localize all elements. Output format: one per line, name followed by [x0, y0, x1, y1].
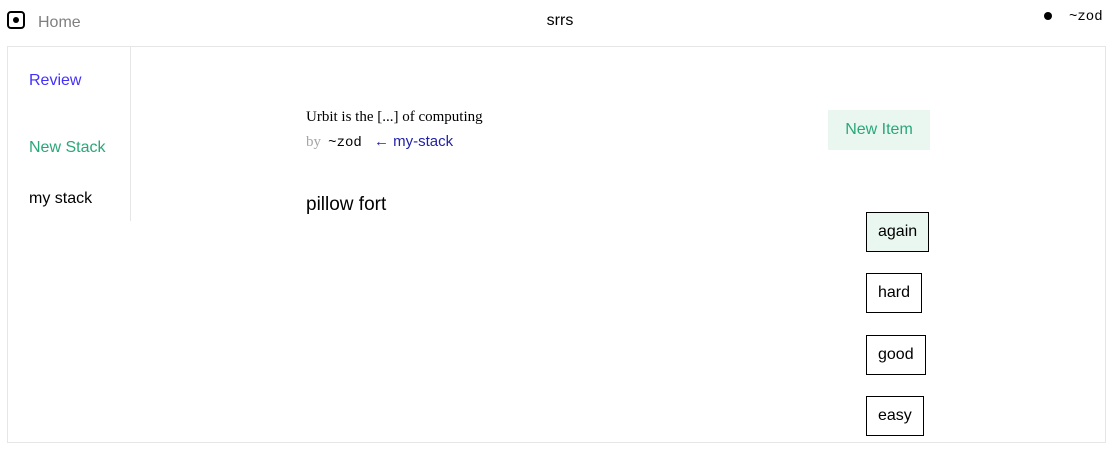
top-bar: Home srrs ~zod — [0, 0, 1120, 46]
again-button[interactable]: again — [866, 212, 930, 252]
easy-button[interactable]: easy — [866, 396, 924, 436]
hard-button[interactable]: hard — [866, 273, 923, 313]
good-button[interactable]: good — [866, 335, 926, 375]
by-label: by — [306, 134, 321, 150]
connection-status-dot-icon — [1044, 12, 1052, 20]
sidebar: Review New Stack my stack — [8, 47, 131, 221]
back-to-stack-link[interactable]: ← my-stack — [374, 133, 453, 150]
main-frame: Review New Stack my stack Urbit is the [… — [7, 46, 1106, 443]
user-name[interactable]: ~zod — [1069, 9, 1103, 25]
sidebar-item-my-stack[interactable]: my stack — [29, 190, 92, 208]
author-name: ~zod — [328, 135, 362, 151]
item-title: Urbit is the [...] of computing — [306, 109, 483, 125]
app-title: srrs — [546, 12, 574, 29]
sidebar-item-review[interactable]: Review — [29, 72, 81, 90]
card-content: pillow fort — [306, 194, 387, 215]
byline: by ~zod ← my-stack — [306, 133, 453, 151]
sidebar-item-new-stack[interactable]: New Stack — [29, 139, 105, 157]
new-item-button[interactable]: New Item — [828, 110, 930, 150]
